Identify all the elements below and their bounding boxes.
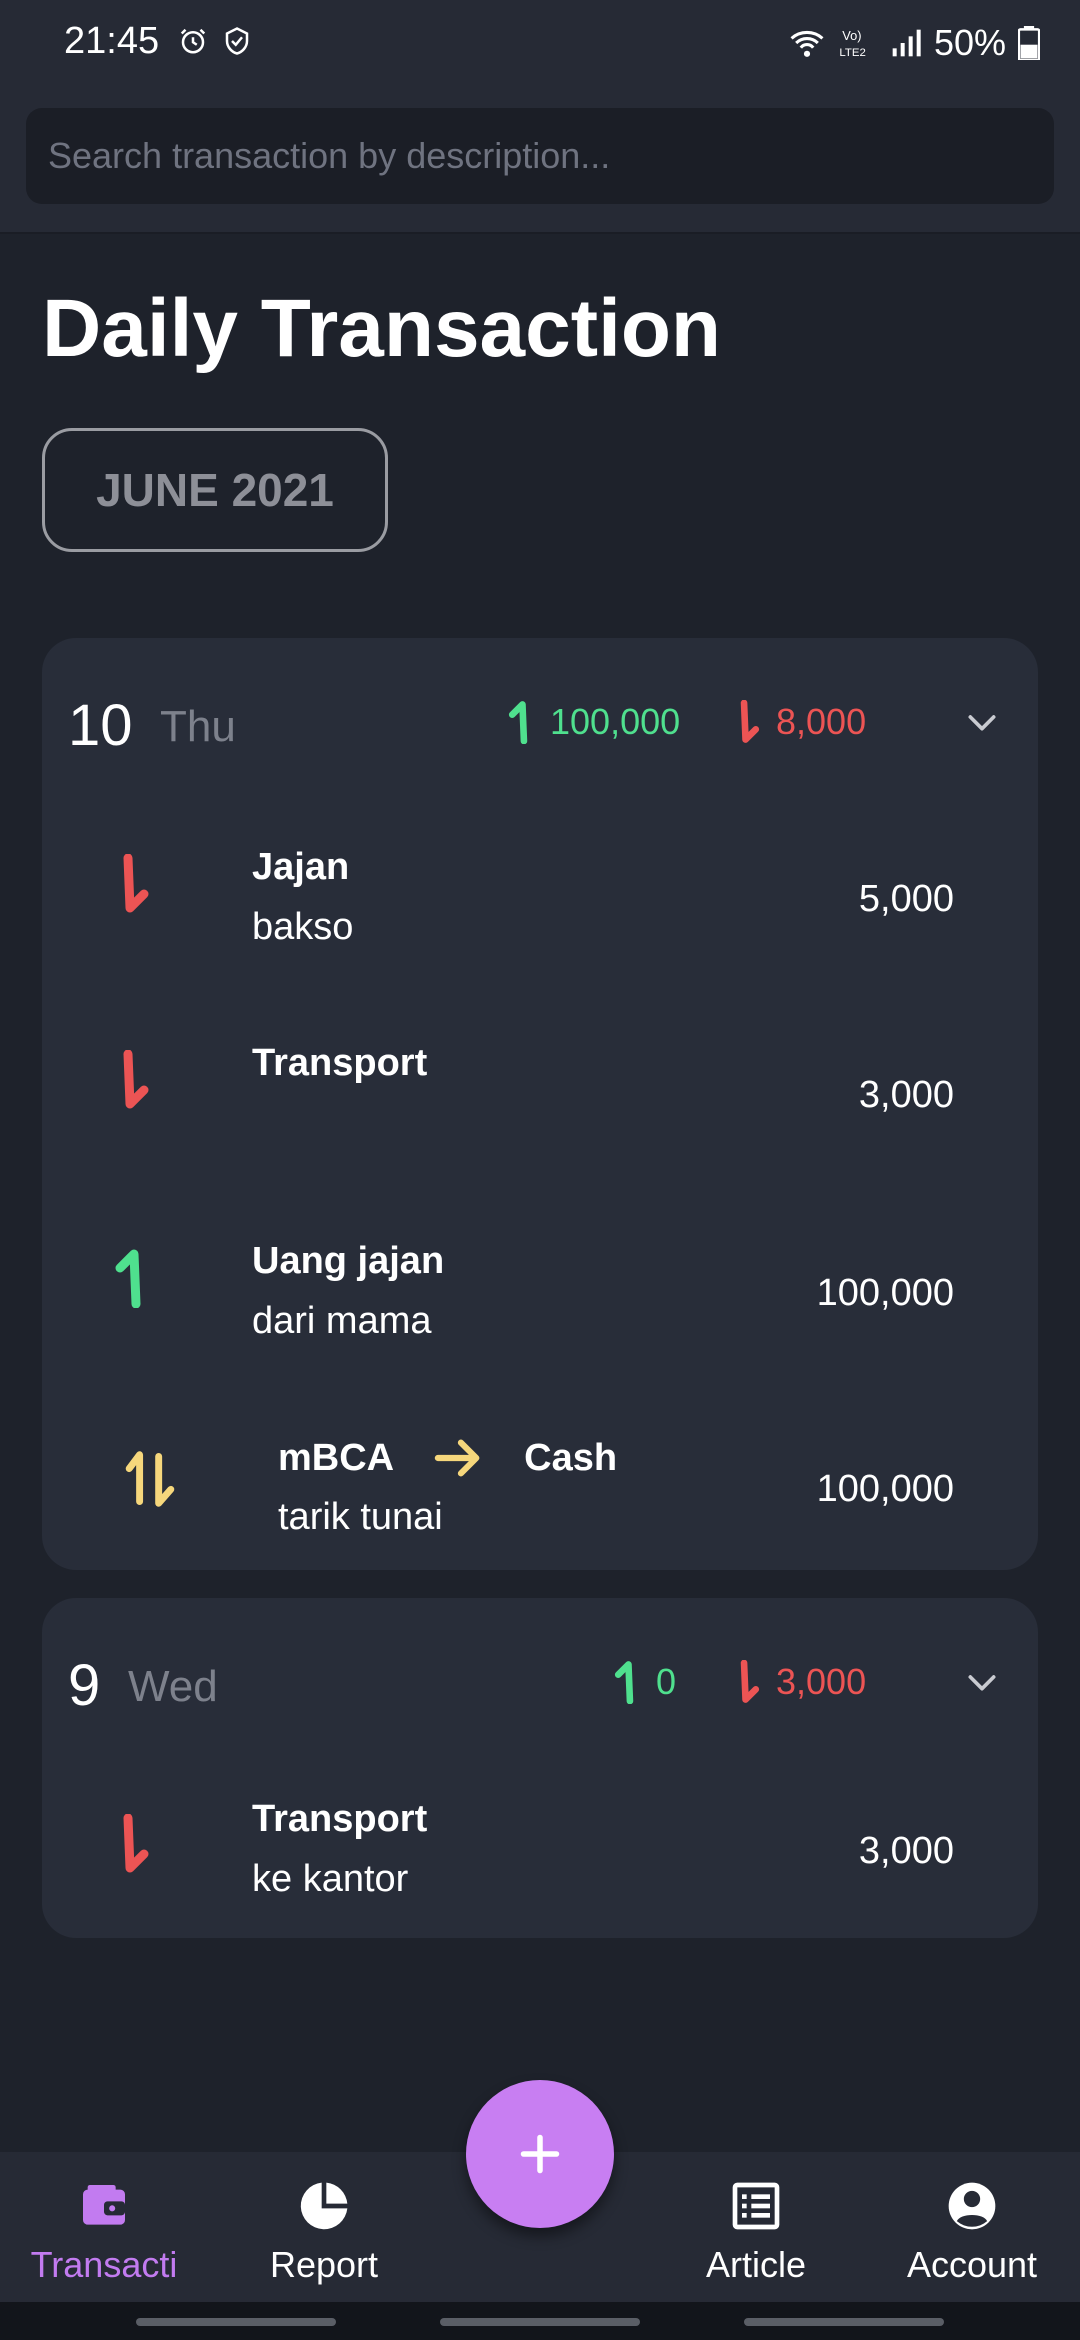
transaction-description: tarik tunai (278, 1496, 443, 1538)
shield-icon (225, 27, 249, 55)
day-card: 9 Wed 0 3,000 Transport ke kantor 3,000 (42, 1598, 1038, 1938)
transfer-accounts: mBCA Cash (278, 1436, 617, 1480)
signal-icon (892, 29, 921, 57)
add-transaction-button[interactable] (466, 2080, 614, 2228)
arrow-down-icon (123, 854, 149, 913)
transaction-category: Jajan (252, 846, 350, 888)
battery-percent: 50% (933, 22, 1006, 63)
transaction-description: dari mama (252, 1300, 432, 1342)
transaction-amount: 5,000 (858, 878, 954, 920)
plus-icon (520, 2134, 560, 2174)
status-time: 21:45 (64, 20, 160, 62)
gesture-pill (440, 2318, 640, 2326)
arrow-down-icon (740, 1660, 760, 1703)
nav-item-transactions[interactable]: Transacti (4, 2152, 204, 2302)
nav-label-account: Account (906, 2244, 1038, 2285)
day-number: 9 (68, 1653, 101, 1718)
transaction-amount: 100,000 (816, 1272, 954, 1314)
transaction-amount: 3,000 (858, 1830, 954, 1872)
expense-total-value: 8,000 (776, 701, 867, 742)
arrow-down-icon (740, 700, 760, 743)
wallet-icon (83, 2185, 125, 2225)
battery-icon (1018, 26, 1040, 60)
nav-label-report: Report (269, 2244, 379, 2285)
status-bar: 21:45 Vo) LTE2 50% (0, 0, 1080, 84)
day-weekday: Wed (128, 1662, 218, 1711)
transaction-row[interactable]: Transport ke kantor 3,000 (42, 1758, 1038, 1934)
nav-label-transactions: Transacti (30, 2244, 178, 2285)
income-total-value: 100,000 (550, 701, 681, 742)
nav-item-article[interactable]: Article (656, 2152, 856, 2302)
arrow-up-icon (115, 1249, 141, 1308)
transfer-to-account: Cash (524, 1436, 618, 1479)
status-icons-right: Vo) LTE2 50% (788, 22, 1040, 64)
nav-label-article: Article (705, 2244, 807, 2285)
search-bar-area (0, 84, 1080, 234)
gesture-bar (0, 2302, 1080, 2340)
arrow-down-icon (123, 1050, 149, 1109)
expense-total-value: 3,000 (776, 1661, 867, 1702)
transaction-row[interactable]: Transport 3,000 (42, 994, 1038, 1190)
volte-icon: Vo) LTE2 (839, 28, 865, 59)
day-weekday: Thu (160, 702, 236, 751)
expense-total: 3,000 (732, 1660, 866, 1704)
transaction-category: Uang jajan (252, 1240, 445, 1282)
article-icon (732, 2182, 780, 2230)
arrow-right-icon (434, 1439, 480, 1477)
nav-item-account[interactable]: Account (872, 2152, 1072, 2302)
transaction-amount: 100,000 (816, 1468, 954, 1510)
svg-text:LTE2: LTE2 (839, 47, 865, 59)
pie-chart-icon (300, 2182, 348, 2230)
alarm-icon (180, 28, 206, 54)
page-title: Daily Transaction (42, 283, 722, 374)
transaction-row[interactable]: mBCA Cash tarik tunai 100,000 (42, 1386, 1038, 1566)
expense-total: 8,000 (732, 700, 866, 744)
gesture-pill (744, 2318, 944, 2326)
nav-item-report[interactable]: Report (224, 2152, 424, 2302)
income-total: 0 (612, 1660, 676, 1704)
day-card-header[interactable]: 9 Wed 0 3,000 (42, 1598, 1038, 1768)
arrow-down-icon (123, 1814, 149, 1873)
transaction-description: bakso (252, 906, 354, 948)
status-icons-left (178, 26, 252, 56)
chevron-down-icon[interactable] (962, 702, 1002, 742)
svg-text:Vo): Vo) (842, 28, 861, 43)
income-total: 100,000 (506, 700, 680, 744)
chevron-down-icon[interactable] (962, 1662, 1002, 1702)
transfer-from-account: mBCA (278, 1436, 395, 1479)
transaction-row[interactable]: Uang jajan dari mama 100,000 (42, 1190, 1038, 1386)
transfer-icon (125, 1451, 175, 1507)
transaction-category: Transport (252, 1798, 428, 1840)
day-number: 10 (68, 693, 133, 758)
day-card: 10 Thu 100,000 8,000 Jajan bakso 5,000 T… (42, 638, 1038, 1570)
gesture-pill (136, 2318, 336, 2326)
search-input[interactable] (26, 108, 1054, 204)
arrow-up-icon (614, 1661, 634, 1704)
transaction-category: Transport (252, 1042, 428, 1084)
income-total-value: 0 (656, 1661, 677, 1702)
transaction-amount: 3,000 (858, 1074, 954, 1116)
month-selector-button[interactable]: JUNE 2021 (42, 428, 388, 552)
arrow-up-icon (508, 701, 528, 744)
day-card-header[interactable]: 10 Thu 100,000 8,000 (42, 638, 1038, 808)
transaction-row[interactable]: Jajan bakso 5,000 (42, 798, 1038, 994)
wifi-icon (790, 30, 824, 57)
account-icon (948, 2182, 996, 2230)
transaction-description: ke kantor (252, 1858, 409, 1900)
